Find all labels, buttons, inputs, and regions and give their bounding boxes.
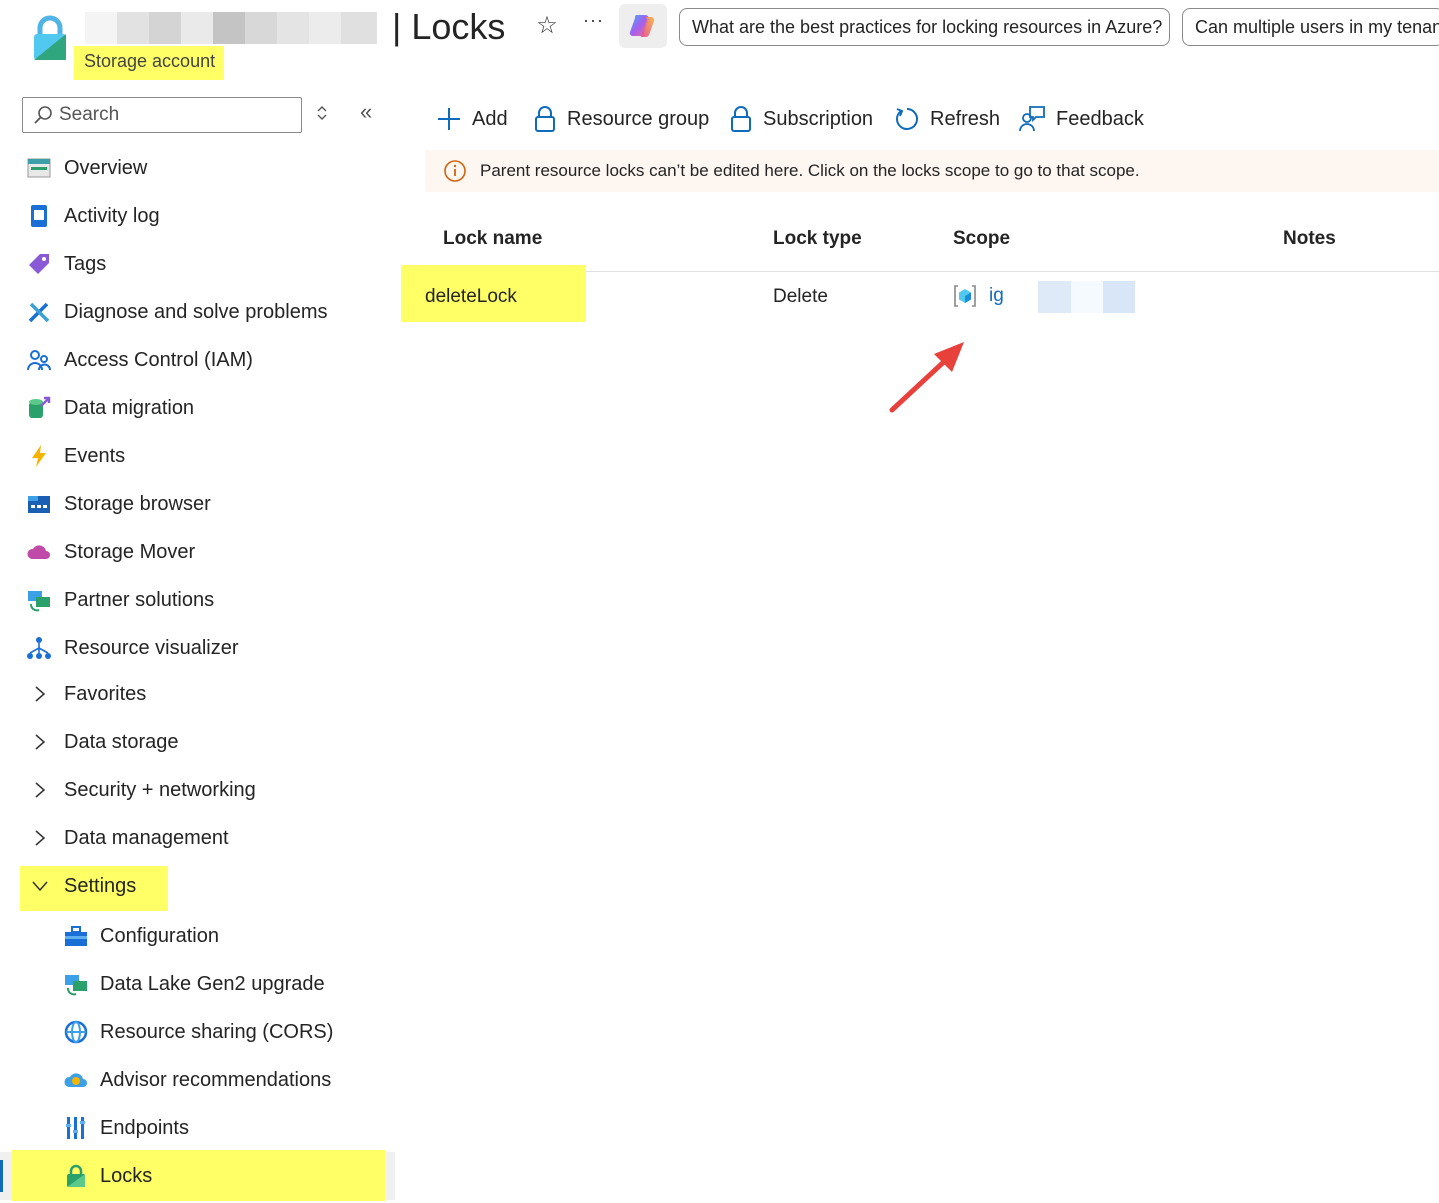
lock-name-cell: deleteLock xyxy=(425,286,517,307)
search-box[interactable] xyxy=(22,97,302,133)
more-options-icon[interactable]: ··· xyxy=(583,10,604,31)
chevron-down-icon xyxy=(32,881,48,892)
refresh-button[interactable]: Refresh xyxy=(894,100,1000,138)
subscription-lock-button[interactable]: Subscription xyxy=(729,100,873,138)
cors-icon xyxy=(64,1020,88,1044)
wrench-icon xyxy=(28,302,50,323)
sidebar-item-activity-log[interactable]: Activity log xyxy=(0,193,395,239)
sidebar-item-iam[interactable]: Access Control (IAM) xyxy=(0,337,395,383)
chevron-right-icon xyxy=(35,686,46,702)
partner-icon xyxy=(28,591,50,612)
favorite-star-icon[interactable]: ☆ xyxy=(534,13,560,39)
sidebar-item-resource-visualizer[interactable]: Resource visualizer xyxy=(0,625,395,671)
column-header-scope: Scope xyxy=(953,228,1011,249)
column-header-notes: Notes xyxy=(1283,228,1336,249)
resource-type-label: Storage account xyxy=(84,51,216,71)
feedback-button[interactable]: Feedback xyxy=(1018,100,1144,138)
sidebar-item-data-migration[interactable]: Data migration xyxy=(0,385,395,431)
toolbox-icon xyxy=(65,926,87,946)
chevron-right-icon xyxy=(35,734,46,750)
hierarchy-icon xyxy=(27,637,51,659)
redacted-scope-name xyxy=(1038,281,1135,313)
sidebar-item-storage-browser[interactable]: Storage browser xyxy=(0,481,395,527)
sidebar-item-tags[interactable]: Tags xyxy=(0,241,395,287)
plus-icon xyxy=(438,108,460,130)
sidebar-item-endpoints[interactable]: Endpoints xyxy=(0,1105,395,1151)
resource-group-lock-button[interactable]: Resource group xyxy=(533,100,709,138)
info-message-bar: Parent resource locks can’t be edited he… xyxy=(425,150,1439,192)
redacted-resource-name xyxy=(85,12,377,44)
sidebar-group-data-management[interactable]: Data management xyxy=(0,815,395,861)
annotation-arrow-icon xyxy=(889,342,964,413)
copilot-icon xyxy=(629,15,655,38)
sidebar-item-partner-solutions[interactable]: Partner solutions xyxy=(0,577,395,623)
endpoints-icon xyxy=(66,1117,85,1139)
sidebar-item-diagnose[interactable]: Diagnose and solve problems xyxy=(0,289,395,335)
add-button[interactable]: Add xyxy=(436,100,508,138)
people-icon xyxy=(27,350,51,371)
sort-icon[interactable] xyxy=(316,104,328,125)
sidebar-item-advisor[interactable]: Advisor recommendations xyxy=(0,1057,395,1103)
page-title: | Locks xyxy=(392,6,506,47)
lightning-icon xyxy=(32,445,46,467)
chevron-right-icon xyxy=(35,782,46,798)
storage-lock-icon xyxy=(34,15,66,60)
sidebar-item-storage-mover[interactable]: Storage Mover xyxy=(0,529,395,575)
sidebar-group-security-networking[interactable]: Security + networking xyxy=(0,767,395,813)
sidebar-item-events[interactable]: Events xyxy=(0,433,395,479)
collapse-sidebar-icon[interactable]: « xyxy=(360,101,372,123)
scope-link[interactable]: ig xyxy=(953,284,1004,308)
activity-log-icon xyxy=(31,205,47,227)
page-header: | Locks Storage account ☆ ··· What are t… xyxy=(0,0,1439,85)
info-message-text: Parent resource locks can’t be edited he… xyxy=(480,161,1140,180)
sidebar-item-locks[interactable]: Locks xyxy=(0,1153,395,1199)
column-header-lock-name: Lock name xyxy=(443,228,543,249)
lock-icon xyxy=(67,1164,85,1187)
copilot-prompt-chip[interactable]: Can multiple users in my tenan xyxy=(1182,8,1439,46)
lock-type-cell: Delete xyxy=(773,286,828,307)
copilot-button[interactable] xyxy=(619,4,667,48)
sidebar-item-overview[interactable]: Overview xyxy=(0,145,395,191)
lock-outline-icon xyxy=(535,106,555,132)
refresh-icon xyxy=(896,108,918,130)
sidebar-group-favorites[interactable]: Favorites xyxy=(0,671,395,717)
search-icon xyxy=(34,106,52,124)
info-icon xyxy=(444,160,466,182)
sidebar-group-data-storage[interactable]: Data storage xyxy=(0,719,395,765)
resource-group-icon xyxy=(954,285,976,307)
upgrade-icon xyxy=(65,975,87,996)
feedback-icon xyxy=(1019,106,1045,132)
column-header-lock-type: Lock type xyxy=(773,228,862,249)
data-migration-icon xyxy=(29,396,51,418)
cloud-icon xyxy=(27,545,50,559)
sidebar-item-cors[interactable]: Resource sharing (CORS) xyxy=(0,1009,395,1055)
chevron-right-icon xyxy=(35,830,46,846)
copilot-prompt-chip[interactable]: What are the best practices for locking … xyxy=(679,8,1170,46)
overview-icon xyxy=(27,158,51,178)
storage-browser-icon xyxy=(28,496,50,513)
search-input[interactable] xyxy=(59,104,289,126)
advisor-icon xyxy=(64,1073,87,1087)
sidebar-item-configuration[interactable]: Configuration xyxy=(0,913,395,959)
sidebar-item-data-lake-upgrade[interactable]: Data Lake Gen2 upgrade xyxy=(0,961,395,1007)
scope-link-text[interactable]: ig xyxy=(989,285,1004,307)
sidebar-group-settings[interactable]: Settings xyxy=(0,863,395,909)
tag-icon xyxy=(29,254,49,274)
lock-outline-icon xyxy=(731,106,751,132)
